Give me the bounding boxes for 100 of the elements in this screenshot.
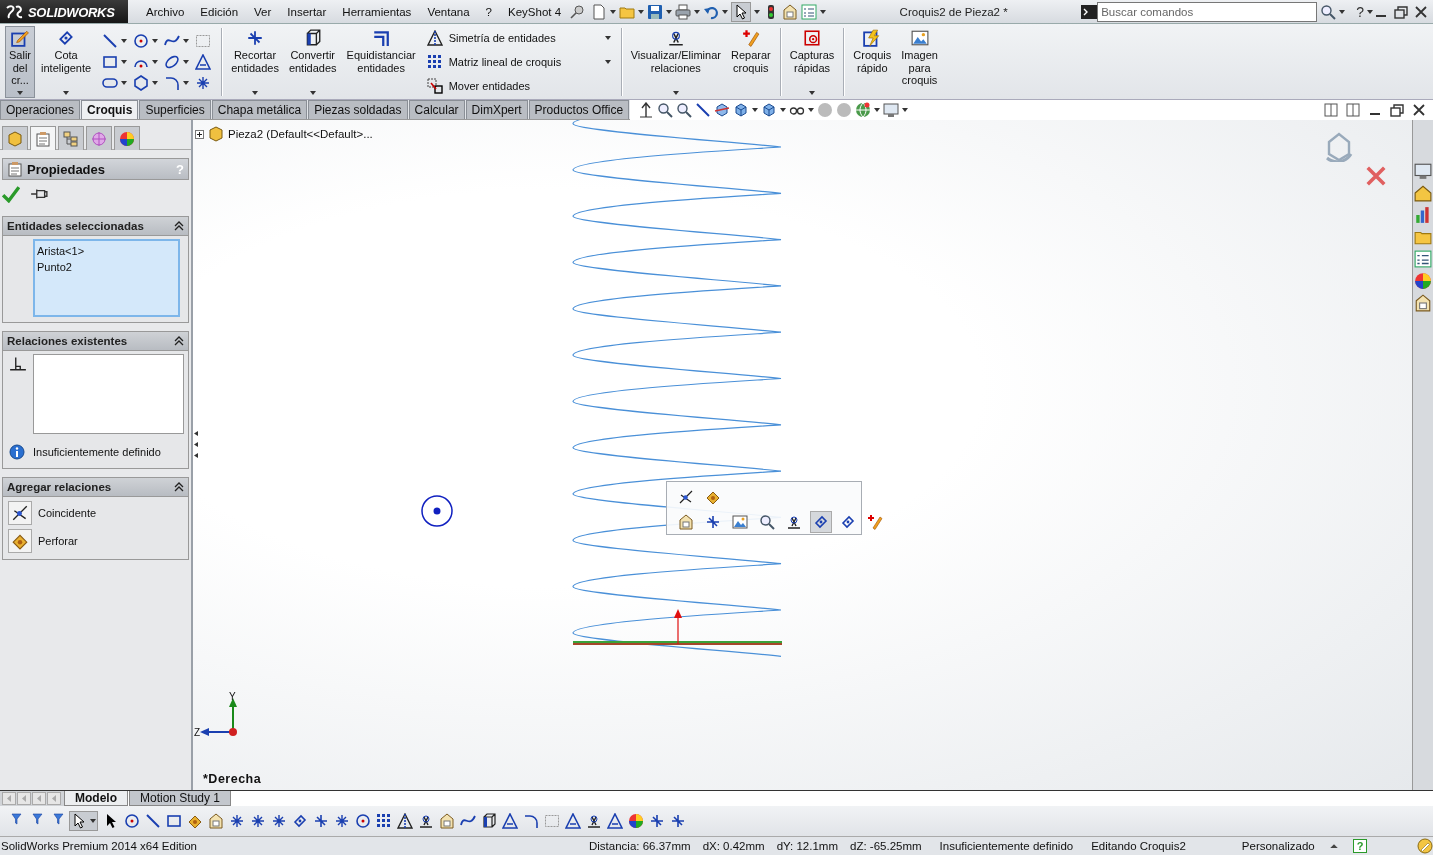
selection-list[interactable]: Arista<1> Punto2 <box>33 239 180 317</box>
picture-icon[interactable] <box>732 514 748 530</box>
caret-icon[interactable] <box>1339 10 1346 14</box>
ellipse-icon[interactable] <box>164 54 181 70</box>
line-icon[interactable] <box>695 102 712 118</box>
axis-arrow-icon[interactable] <box>638 102 655 118</box>
drill-icon[interactable] <box>187 813 203 829</box>
panel-tab[interactable] <box>114 126 140 150</box>
rectangle-icon[interactable] <box>102 54 119 70</box>
tab[interactable]: Croquis <box>81 100 139 119</box>
section-view-icon[interactable] <box>714 102 731 118</box>
caret-icon[interactable] <box>1367 10 1373 14</box>
mirror-triangle-icon[interactable] <box>426 30 443 46</box>
drill-icon[interactable] <box>11 532 29 550</box>
bar-chart-icon[interactable] <box>1414 206 1432 224</box>
menu-item[interactable]: ? <box>477 6 500 18</box>
tab[interactable]: Superficies <box>139 100 211 119</box>
checkmark-icon[interactable] <box>2 185 20 203</box>
trim-icon[interactable] <box>246 29 264 47</box>
tab[interactable]: Motion Study 1 <box>129 791 232 806</box>
relations-icon[interactable] <box>586 813 602 829</box>
caret-icon[interactable] <box>121 81 128 85</box>
cube-icon[interactable] <box>761 102 778 118</box>
slot-icon[interactable] <box>102 75 119 91</box>
dimension-icon[interactable] <box>292 813 308 829</box>
caret-icon[interactable] <box>183 60 190 64</box>
section-header[interactable]: Entidades seleccionadas <box>3 217 188 236</box>
dimension-icon[interactable] <box>813 514 829 530</box>
caret-icon[interactable] <box>152 60 159 64</box>
caret-icon[interactable] <box>754 10 761 14</box>
ribbon-button[interactable]: Recortar entidades <box>227 26 283 98</box>
caret-icon[interactable] <box>672 91 679 95</box>
magnifier-icon[interactable] <box>1320 4 1337 20</box>
relations-icon[interactable] <box>786 514 802 530</box>
caret-icon[interactable] <box>309 91 316 95</box>
offset-lines-icon[interactable] <box>372 29 391 47</box>
cube-outline-icon[interactable] <box>481 813 497 829</box>
checklist-icon[interactable] <box>1414 250 1432 268</box>
circle-icon[interactable] <box>124 813 140 829</box>
caret-icon[interactable] <box>808 108 815 112</box>
menu-item[interactable]: Herramientas <box>334 6 420 18</box>
menu-item[interactable]: Archivo <box>138 6 193 18</box>
caret-icon[interactable] <box>183 39 190 43</box>
panel-tab[interactable] <box>58 126 84 150</box>
triangle-icon[interactable] <box>565 813 581 829</box>
trim-icon[interactable] <box>670 813 686 829</box>
magnifier-icon[interactable] <box>676 102 693 118</box>
relation-option[interactable]: Perforar <box>6 527 185 555</box>
caret-icon[interactable] <box>752 108 759 112</box>
caret-icon[interactable] <box>121 39 128 43</box>
caret-icon[interactable] <box>666 10 673 14</box>
caret-icon[interactable] <box>902 108 909 112</box>
section-header[interactable]: Agregar relaciones <box>3 478 188 497</box>
ribbon-button[interactable]: Convertir entidades <box>284 26 341 98</box>
tab[interactable]: Piezas soldadas <box>308 100 408 119</box>
hexagon-icon[interactable] <box>133 75 150 91</box>
tab[interactable]: Modelo <box>64 791 128 806</box>
caret-icon[interactable] <box>780 108 787 112</box>
collapse-chevron-icon[interactable] <box>174 482 184 492</box>
checklist-icon[interactable] <box>801 4 818 20</box>
dimension-icon[interactable] <box>57 29 76 47</box>
menu-item[interactable]: Ventana <box>419 6 478 18</box>
ribbon-list-item[interactable]: Simetría de entidades <box>424 29 613 47</box>
monitor-icon[interactable] <box>1414 162 1432 180</box>
ribbon-list-item[interactable]: Matriz lineal de croquis <box>424 53 613 71</box>
help-button[interactable]: ? <box>1352 839 1368 853</box>
units-button[interactable]: Personalizado <box>1241 840 1315 852</box>
tab[interactable]: Chapa metálica <box>211 100 308 119</box>
target-icon[interactable] <box>803 29 821 47</box>
tab[interactable]: Operaciones <box>0 100 81 119</box>
list-item[interactable]: Punto2 <box>37 259 176 275</box>
relations-icon[interactable] <box>666 29 685 47</box>
asterisk-icon[interactable] <box>271 813 287 829</box>
house-icon[interactable] <box>1414 184 1432 202</box>
close-icon[interactable] <box>1411 102 1427 118</box>
asterisk-icon[interactable] <box>334 813 350 829</box>
caret-icon[interactable] <box>722 10 729 14</box>
pencil-badge-icon[interactable] <box>1417 838 1433 854</box>
corner-icon[interactable] <box>164 75 181 91</box>
caret-icon[interactable] <box>604 60 611 64</box>
tab[interactable]: Productos Office <box>528 100 630 119</box>
coincident-icon[interactable] <box>678 489 694 505</box>
line-icon[interactable] <box>102 33 119 49</box>
trim-icon[interactable] <box>313 813 329 829</box>
panel-tab[interactable] <box>30 126 56 150</box>
asterisk-icon[interactable] <box>195 75 212 91</box>
dimension-icon[interactable] <box>840 514 856 530</box>
ribbon-button[interactable]: Equidistanciar entidades <box>342 26 420 98</box>
globe-icon[interactable] <box>855 102 872 118</box>
relations-icon[interactable] <box>418 813 434 829</box>
section-header[interactable]: Relaciones existentes <box>3 332 188 351</box>
ribbon-button[interactable]: Imagen para croquis <box>897 26 942 98</box>
caret-icon[interactable] <box>820 10 827 14</box>
rectangle-icon[interactable] <box>166 813 182 829</box>
caret-icon[interactable] <box>874 108 881 112</box>
drill-icon[interactable] <box>705 489 721 505</box>
line-icon[interactable] <box>145 813 161 829</box>
split-view-icon[interactable] <box>1323 102 1339 118</box>
menu-item[interactable]: Edición <box>192 6 247 18</box>
ribbon-button[interactable]: Salir del cr... <box>5 26 35 98</box>
